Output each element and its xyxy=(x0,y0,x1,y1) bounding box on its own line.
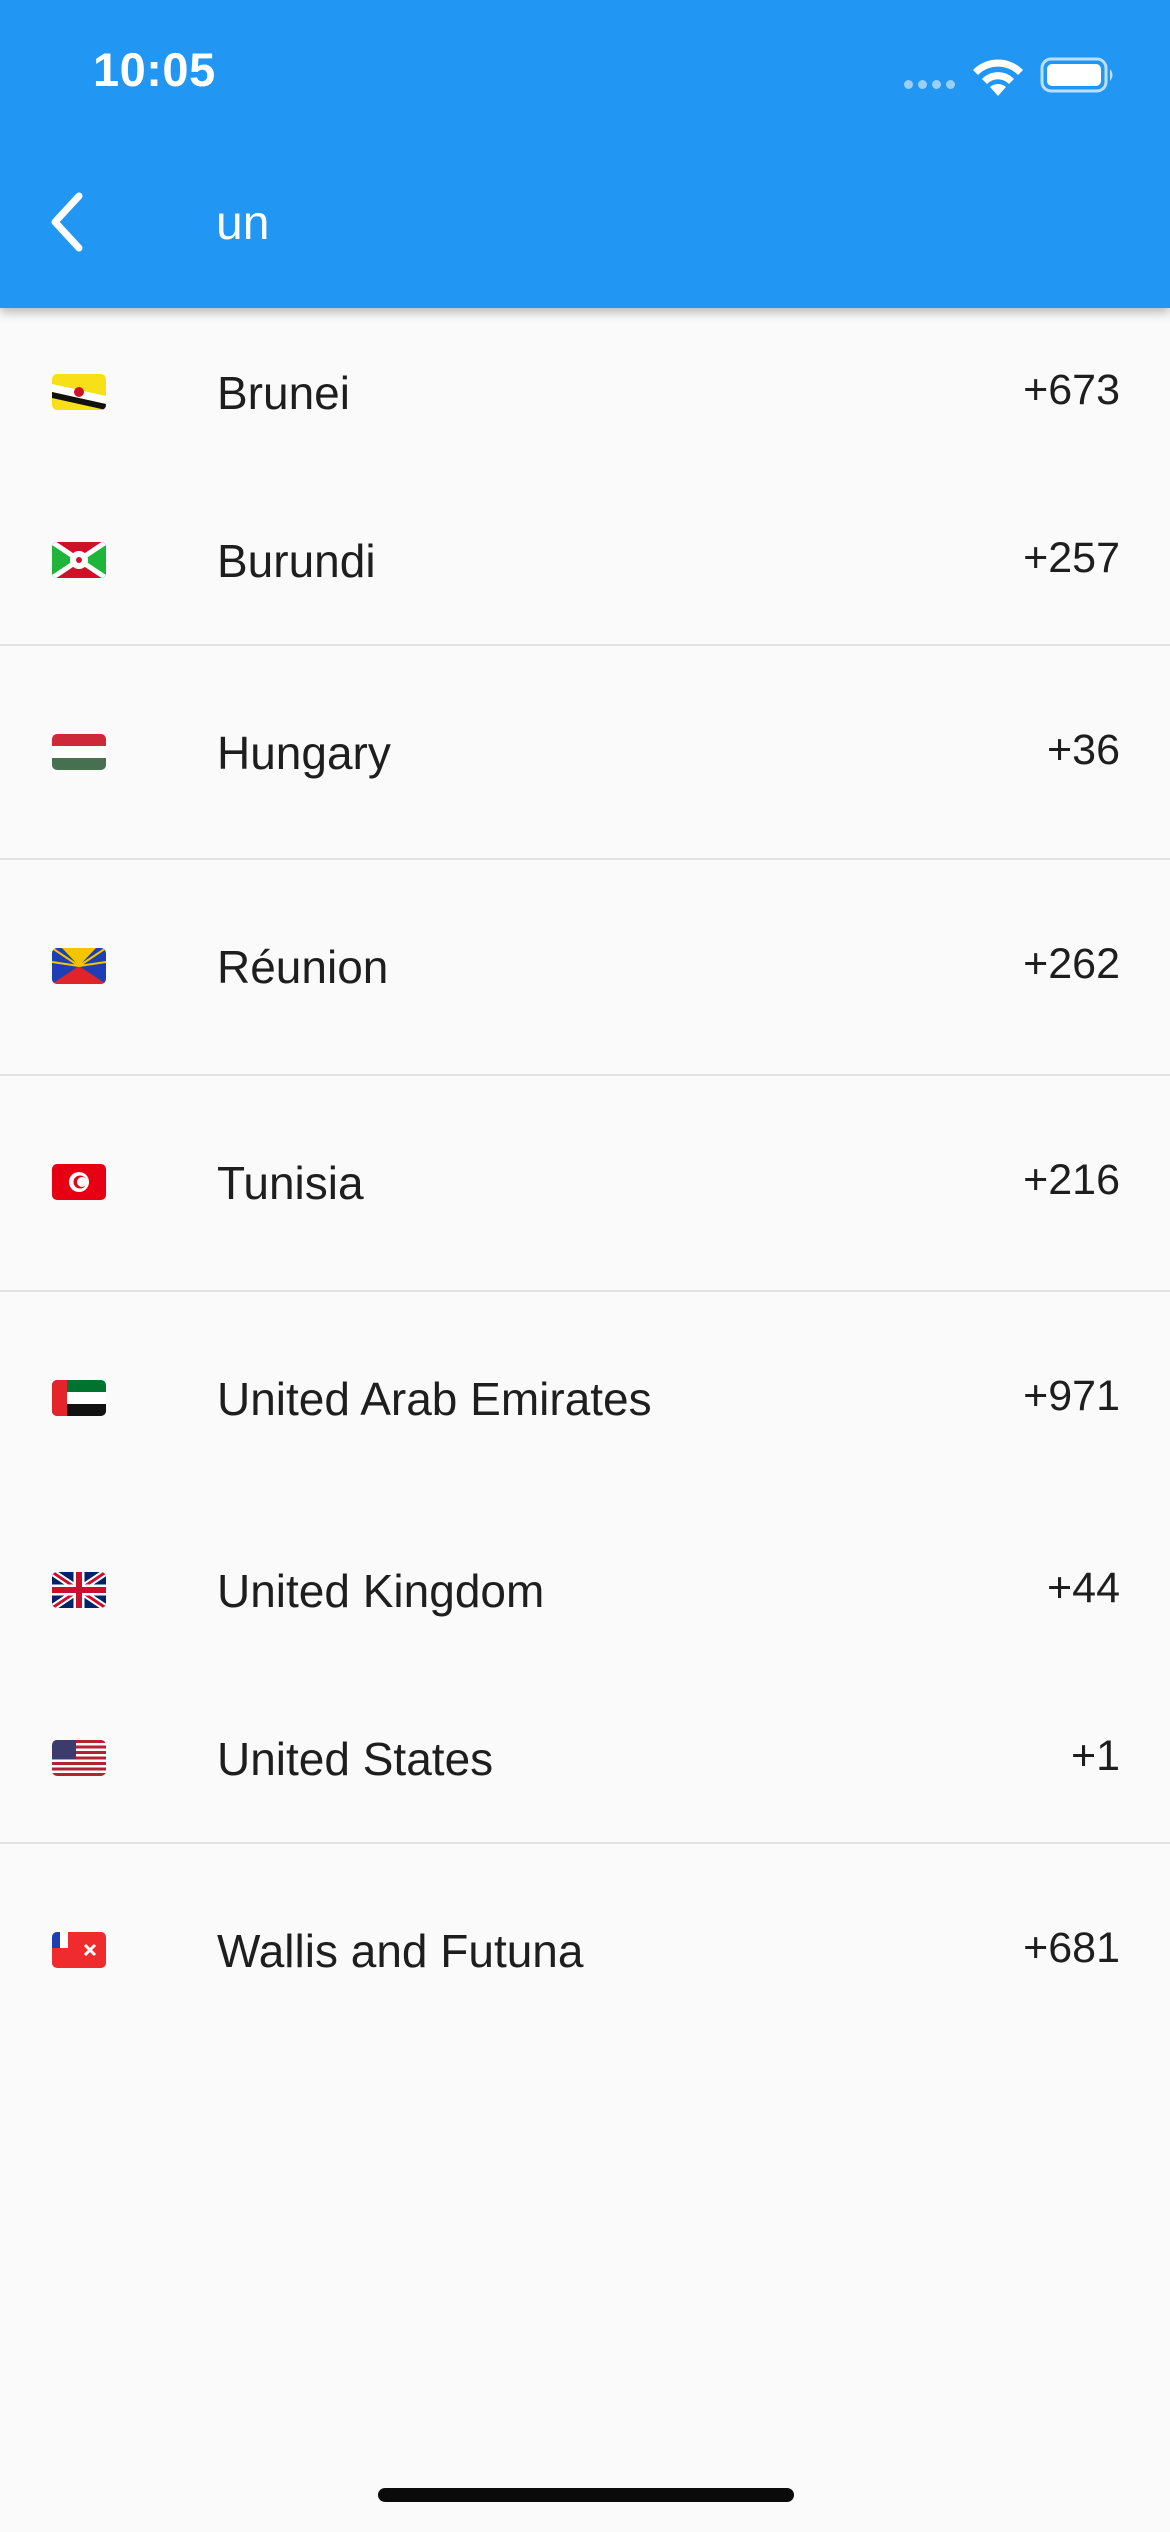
flag-us-icon xyxy=(52,1740,106,1776)
country-row-united-arab-emirates[interactable]: United Arab Emirates +971 xyxy=(0,1292,1170,1506)
flag-brunei-icon xyxy=(52,374,106,410)
country-row-tunisia[interactable]: Tunisia +216 xyxy=(0,1076,1170,1290)
dial-code: +36 xyxy=(1047,726,1120,774)
country-row-hungary[interactable]: Hungary +36 xyxy=(0,646,1170,858)
dial-code: +681 xyxy=(1023,1924,1120,1972)
country-name: Wallis and Futuna xyxy=(217,1925,584,1977)
country-name: United States xyxy=(217,1733,494,1785)
country-row-burundi[interactable]: Burundi +257 xyxy=(0,476,1170,644)
dial-code: +1 xyxy=(1070,1732,1120,1780)
battery-icon xyxy=(1040,57,1113,93)
flag-tunisia-icon xyxy=(52,1164,106,1200)
country-row-united-kingdom[interactable]: United Kingdom +44 xyxy=(0,1506,1170,1674)
country-group: United Arab Emirates +971 United Kingdom… xyxy=(0,1292,1170,1844)
country-name: United Arab Emirates xyxy=(217,1373,652,1425)
country-row-united-states[interactable]: United States +1 xyxy=(0,1674,1170,1842)
country-row-reunion[interactable]: Réunion +262 xyxy=(0,860,1170,1074)
dial-code: +216 xyxy=(1023,1156,1120,1204)
country-group: Brunei +673 Burundi +257 xyxy=(0,308,1170,646)
country-list: Brunei +673 Burundi +257 Hungary +36 Réu… xyxy=(0,308,1170,2058)
dial-code: +257 xyxy=(1023,534,1120,582)
status-time: 10:05 xyxy=(93,43,216,96)
app-bar: 10:05 un xyxy=(0,0,1170,308)
flag-burundi-icon xyxy=(52,542,106,578)
country-name: United Kingdom xyxy=(217,1565,545,1617)
dial-code: +44 xyxy=(1047,1564,1120,1612)
flag-hungary-icon xyxy=(52,734,106,770)
dial-code: +971 xyxy=(1023,1372,1120,1420)
country-name: Tunisia xyxy=(217,1157,364,1209)
chevron-left-icon xyxy=(51,192,83,252)
cellular-signal-icon xyxy=(904,76,962,90)
flag-uk-icon xyxy=(52,1572,106,1608)
country-group: Hungary +36 xyxy=(0,646,1170,860)
country-group: Réunion +262 xyxy=(0,860,1170,1076)
country-row-wallis-and-futuna[interactable]: Wallis and Futuna +681 xyxy=(0,1844,1170,2058)
back-button[interactable] xyxy=(32,182,102,262)
country-name: Brunei xyxy=(217,367,350,419)
country-group: Tunisia +216 xyxy=(0,1076,1170,1292)
search-query[interactable]: un xyxy=(216,196,269,251)
dial-code: +262 xyxy=(1023,940,1120,988)
country-name: Burundi xyxy=(217,535,376,587)
country-row-brunei[interactable]: Brunei +673 xyxy=(0,308,1170,476)
wifi-icon xyxy=(973,59,1023,96)
country-name: Réunion xyxy=(217,941,389,993)
dial-code: +673 xyxy=(1023,366,1120,414)
flag-wallis-futuna-icon xyxy=(52,1932,106,1968)
home-indicator xyxy=(378,2488,794,2502)
flag-reunion-icon xyxy=(52,948,106,984)
country-group: Wallis and Futuna +681 xyxy=(0,1844,1170,2058)
flag-uae-icon xyxy=(52,1380,106,1416)
country-name: Hungary xyxy=(217,727,391,779)
